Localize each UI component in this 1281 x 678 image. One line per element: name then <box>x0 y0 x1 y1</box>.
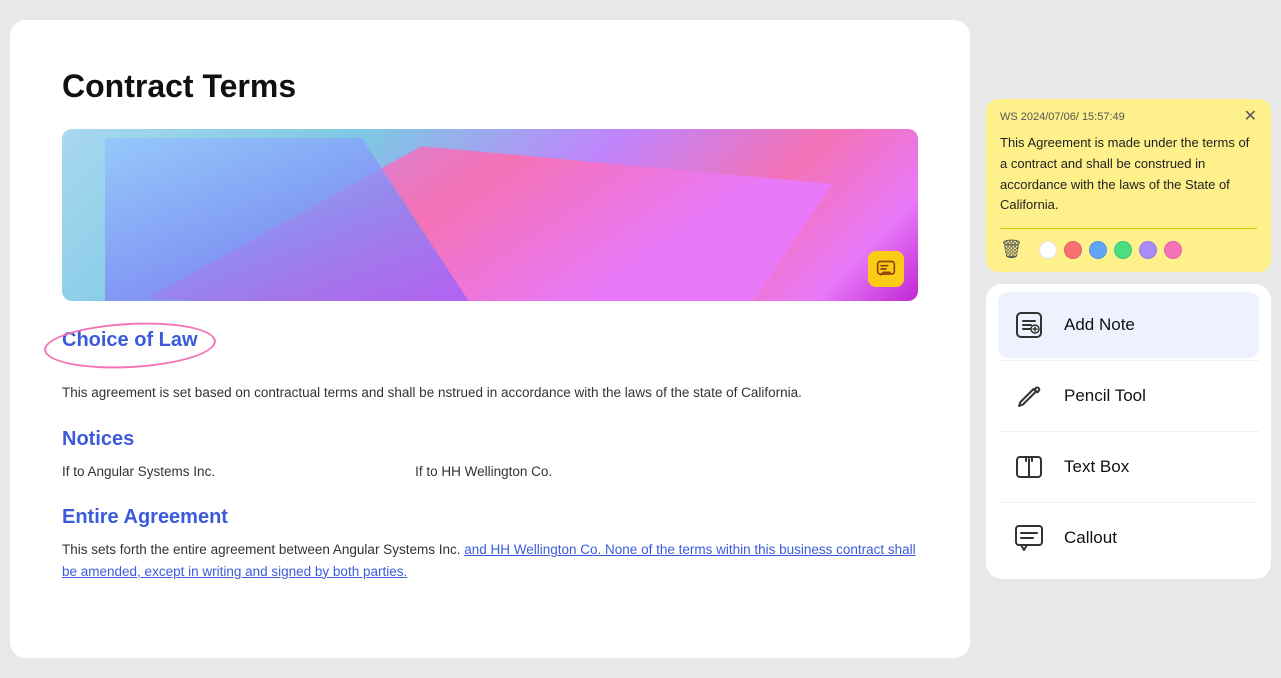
sticky-note-body[interactable]: This Agreement is made under the terms o… <box>986 133 1271 228</box>
document-panel: Contract Terms Choice of Law This agreem… <box>10 20 970 658</box>
divider-2 <box>998 431 1259 432</box>
choice-of-law-heading: Choice of Law <box>62 329 198 352</box>
divider-3 <box>998 502 1259 503</box>
tools-panel: Add Note Pencil Tool <box>986 284 1271 579</box>
entire-agreement-heading: Entire Agreement <box>62 506 918 529</box>
entire-agreement-plain: This sets forth the entire agreement bet… <box>62 542 464 557</box>
color-red[interactable] <box>1064 241 1082 259</box>
sticky-note-divider <box>1000 228 1257 229</box>
sticky-note-footer: 🗑 <box>986 239 1271 272</box>
color-white[interactable] <box>1039 241 1057 259</box>
trash-icon[interactable]: 🗑 <box>1000 239 1023 260</box>
color-purple[interactable] <box>1139 241 1157 259</box>
entire-agreement-text: This sets forth the entire agreement bet… <box>62 539 918 582</box>
pencil-label: Pencil Tool <box>1064 386 1146 406</box>
add-note-label: Add Note <box>1064 315 1135 335</box>
color-green[interactable] <box>1114 241 1132 259</box>
sticky-note-close-button[interactable]: ✕ <box>1244 109 1257 125</box>
add-note-icon <box>1010 306 1048 344</box>
notices-heading: Notices <box>62 428 918 451</box>
right-panels: WS 2024/07/06/ 15:57:49 ✕ This Agreement… <box>986 99 1271 579</box>
tool-textbox[interactable]: Text Box <box>998 434 1259 500</box>
textbox-icon <box>1010 448 1048 486</box>
comment-bubble-button[interactable] <box>868 251 904 287</box>
callout-label: Callout <box>1064 528 1117 548</box>
notices-columns: If to Angular Systems Inc. If to HH Well… <box>62 461 918 483</box>
sticky-meta: WS 2024/07/06/ 15:57:49 <box>1000 111 1125 123</box>
color-palette <box>1039 241 1182 259</box>
pencil-icon <box>1010 377 1048 415</box>
document-title: Contract Terms <box>62 68 918 105</box>
color-pink[interactable] <box>1164 241 1182 259</box>
tool-add-note[interactable]: Add Note <box>998 292 1259 358</box>
choice-of-law-text: This agreement is set based on contractu… <box>62 382 918 404</box>
tool-pencil[interactable]: Pencil Tool <box>998 363 1259 429</box>
divider-1 <box>998 360 1259 361</box>
sticky-note-panel: WS 2024/07/06/ 15:57:49 ✕ This Agreement… <box>986 99 1271 272</box>
notices-col1: If to Angular Systems Inc. <box>62 461 215 483</box>
hero-image <box>62 129 918 301</box>
sticky-note-header: WS 2024/07/06/ 15:57:49 ✕ <box>986 99 1271 133</box>
tool-callout[interactable]: Callout <box>998 505 1259 571</box>
color-blue[interactable] <box>1089 241 1107 259</box>
choice-of-law-section: Choice of Law <box>62 329 198 362</box>
textbox-label: Text Box <box>1064 457 1129 477</box>
notices-col2: If to HH Wellington Co. <box>415 461 552 483</box>
comment-icon <box>876 259 896 279</box>
callout-icon <box>1010 519 1048 557</box>
